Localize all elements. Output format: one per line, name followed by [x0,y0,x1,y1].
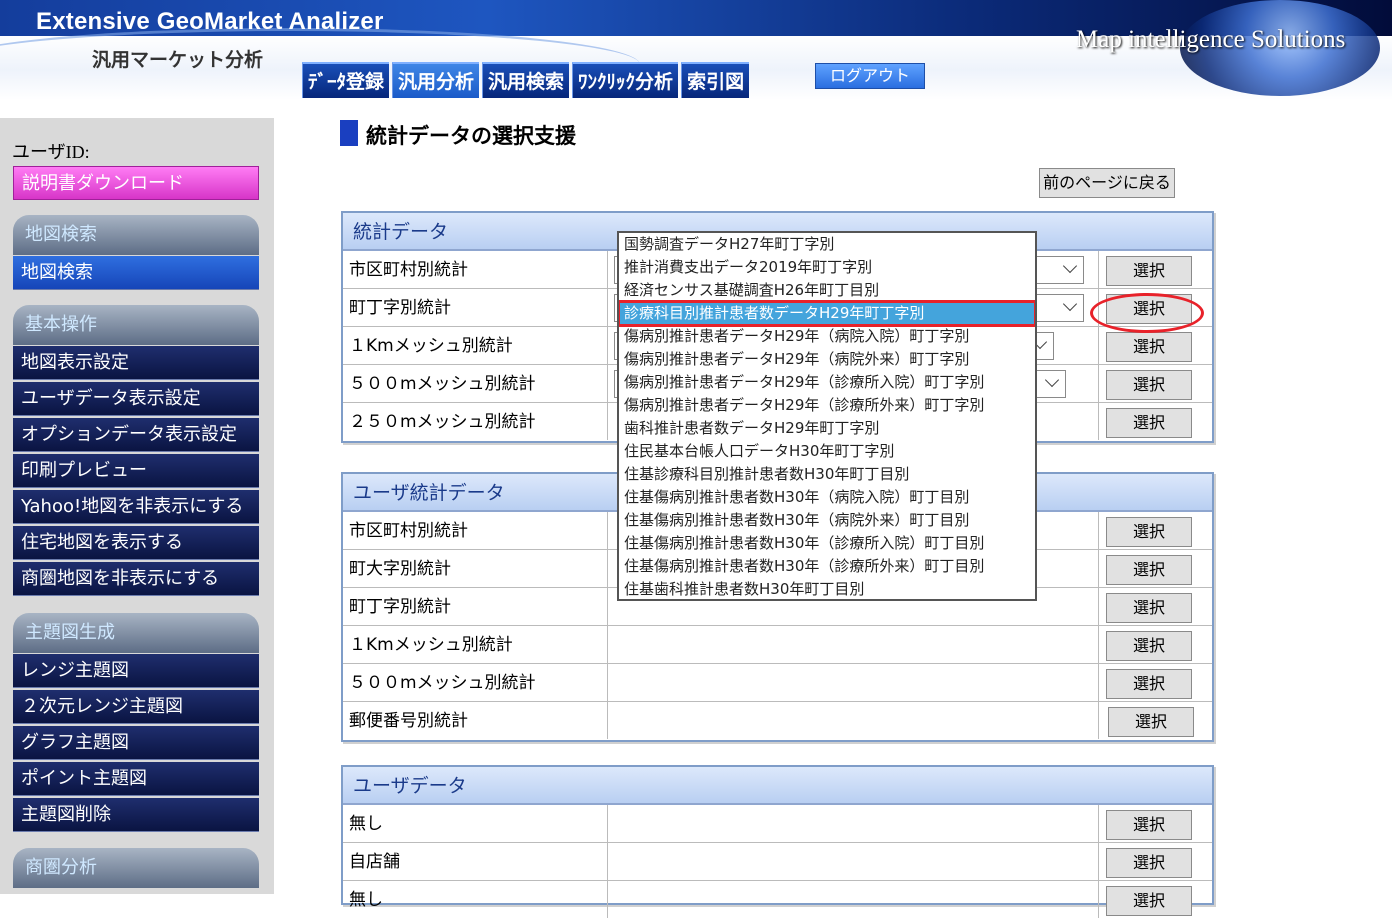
row-label: ５００mメッシュ別統計 [349,374,536,394]
select-button[interactable]: 選択 [1106,631,1192,661]
select-button[interactable]: 選択 [1106,848,1192,878]
dropdown-option[interactable]: 住基傷病別推計患者数H30年（診療所外来）町丁目別 [619,555,1035,578]
row-label: ５００mメッシュ別統計 [349,673,536,693]
dropdown-option[interactable]: 傷病別推計患者データH29年（病院入院）町丁字別 [619,325,1035,348]
sidebar-item-2d-range-thematic[interactable]: ２次元レンジ主題図 [13,690,259,724]
row-label: 自店舗 [349,852,400,872]
row-label: 市区町村別統計 [349,260,468,280]
select-button[interactable]: 選択 [1106,517,1192,547]
select-button[interactable]: 選択 [1106,886,1192,916]
sidebar-item-user-data-display[interactable]: ユーザデータ表示設定 [13,382,259,416]
brand-logo: Map intelligence Solutions [1076,26,1346,53]
select-button[interactable]: 選択 [1106,332,1192,362]
dropdown-option[interactable]: 歯科推計患者数データH29年町丁字別 [619,417,1035,440]
section-thematic-map: 主題図生成 [13,613,259,653]
tab-index-map[interactable]: 索引図 [681,62,750,98]
dropdown-option[interactable]: 住基傷病別推計患者数H30年（病院外来）町丁目別 [619,509,1035,532]
sidebar-item-point-thematic[interactable]: ポイント主題図 [13,762,259,796]
table-row: 無し 選択 [343,805,1212,843]
dropdown-option[interactable]: 経済センサス基礎調査H26年町丁目別 [619,279,1035,302]
table-row: １Kmメッシュ別統計 選択 [343,626,1212,664]
section-basic-ops: 基本操作 [13,305,259,345]
statistics-dropdown-list: 国勢調査データH27年町丁字別 推計消費支出データ2019年町丁字別 経済センサ… [617,231,1037,601]
table-row: 自店舗 選択 [343,843,1212,881]
tab-general-search[interactable]: 汎用検索 [482,62,570,98]
user-id-label: ユーザID: [12,142,90,162]
main-nav-tabs: ﾃﾞｰﾀ登録 汎用分析 汎用検索 ﾜﾝｸﾘｯｸ分析 索引図 [302,62,752,100]
table-row: ５００mメッシュ別統計 選択 [343,664,1212,702]
select-button[interactable]: 選択 [1106,669,1192,699]
chevron-down-icon [1062,258,1078,274]
row-label: １Kmメッシュ別統計 [349,635,513,655]
dropdown-option[interactable]: 傷病別推計患者データH29年（病院外来）町丁字別 [619,348,1035,371]
sidebar-item-range-thematic[interactable]: レンジ主題図 [13,654,259,688]
sidebar-item-yahoo-map-toggle[interactable]: Yahoo!地図を非表示にする [13,490,259,524]
select-button[interactable]: 選択 [1106,256,1192,286]
dropdown-option[interactable]: 住民基本台帳人口データH30年町丁字別 [619,440,1035,463]
table-row: 郵便番号別統計 選択 [343,702,1212,740]
user-data-panel: ユーザデータ 無し 選択 自店舗 選択 無し 選択 [341,765,1214,918]
row-label: １Kmメッシュ別統計 [349,336,513,356]
select-button[interactable]: 選択 [1106,593,1192,623]
dropdown-option[interactable]: 住基歯科推計患者数H30年町丁目別 [619,578,1035,599]
sidebar: ユーザID: 説明書ダウンロード 地図検索 地図検索 基本操作 地図表示設定 ユ… [0,118,274,894]
section-map-search: 地図検索 [13,215,259,255]
dropdown-option[interactable]: 傷病別推計患者データH29年（診療所外来）町丁字別 [619,394,1035,417]
app-header: Extensive GeoMarket Analizer 汎用マーケット分析 M… [0,0,1392,100]
select-button[interactable]: 選択 [1106,810,1192,840]
app-subtitle: 汎用マーケット分析 [92,49,264,71]
chevron-down-icon [1044,372,1060,388]
dropdown-option[interactable]: 国勢調査データH27年町丁字別 [619,233,1035,256]
row-label: 町丁字別統計 [349,298,451,318]
select-button[interactable]: 選択 [1108,707,1194,737]
back-button[interactable]: 前のページに戻る [1039,168,1175,198]
row-label: 町大字別統計 [349,559,451,579]
dropdown-option[interactable]: 住基傷病別推計患者数H30年（診療所入院）町丁目別 [619,532,1035,555]
sidebar-item-trade-area-map-toggle[interactable]: 商圏地図を非表示にする [13,562,259,596]
sidebar-item-graph-thematic[interactable]: グラフ主題図 [13,726,259,760]
row-label: 郵便番号別統計 [349,711,468,731]
select-button[interactable]: 選択 [1106,408,1192,438]
annotation-ellipse [1090,293,1204,333]
dropdown-option[interactable]: 傷病別推計患者データH29年（診療所入院）町丁字別 [619,371,1035,394]
sidebar-item-map-search[interactable]: 地図検索 [13,256,259,290]
section-trade-area-analysis: 商圏分析 [13,848,259,888]
tab-general-analysis[interactable]: 汎用分析 [392,62,480,98]
manual-download-button[interactable]: 説明書ダウンロード [13,166,259,200]
tab-data-register[interactable]: ﾃﾞｰﾀ登録 [302,62,390,98]
chevron-down-icon [1062,296,1078,312]
select-button[interactable]: 選択 [1106,555,1192,585]
row-label: 無し [349,890,383,910]
sidebar-item-option-data-display[interactable]: オプションデータ表示設定 [13,418,259,452]
sidebar-item-housing-map-toggle[interactable]: 住宅地図を表示する [13,526,259,560]
row-label: ２５０mメッシュ別統計 [349,412,536,432]
sidebar-item-map-display-settings[interactable]: 地図表示設定 [13,346,259,380]
table-row: 無し 選択 [343,881,1212,919]
select-button[interactable]: 選択 [1106,370,1192,400]
dropdown-option[interactable]: 推計消費支出データ2019年町丁字別 [619,256,1035,279]
sidebar-item-print-preview[interactable]: 印刷プレビュー [13,454,259,488]
dropdown-option[interactable]: 住基診療科目別推計患者数H30年町丁目別 [619,463,1035,486]
page-title: 統計データの選択支援 [340,120,576,150]
row-label: 無し [349,814,383,834]
logout-button[interactable]: ログアウト [815,63,925,89]
dropdown-option-selected[interactable]: 診療科目別推計患者数データH29年町丁字別 [619,300,1035,327]
app-title: Extensive GeoMarket Analizer [36,8,384,35]
tab-one-click-analysis[interactable]: ﾜﾝｸﾘｯｸ分析 [572,62,679,98]
sidebar-item-delete-thematic[interactable]: 主題図削除 [13,798,259,832]
panel-title: ユーザデータ [343,767,1212,805]
row-label: 市区町村別統計 [349,521,468,541]
dropdown-option[interactable]: 住基傷病別推計患者数H30年（病院入院）町丁目別 [619,486,1035,509]
row-label: 町丁字別統計 [349,597,451,617]
